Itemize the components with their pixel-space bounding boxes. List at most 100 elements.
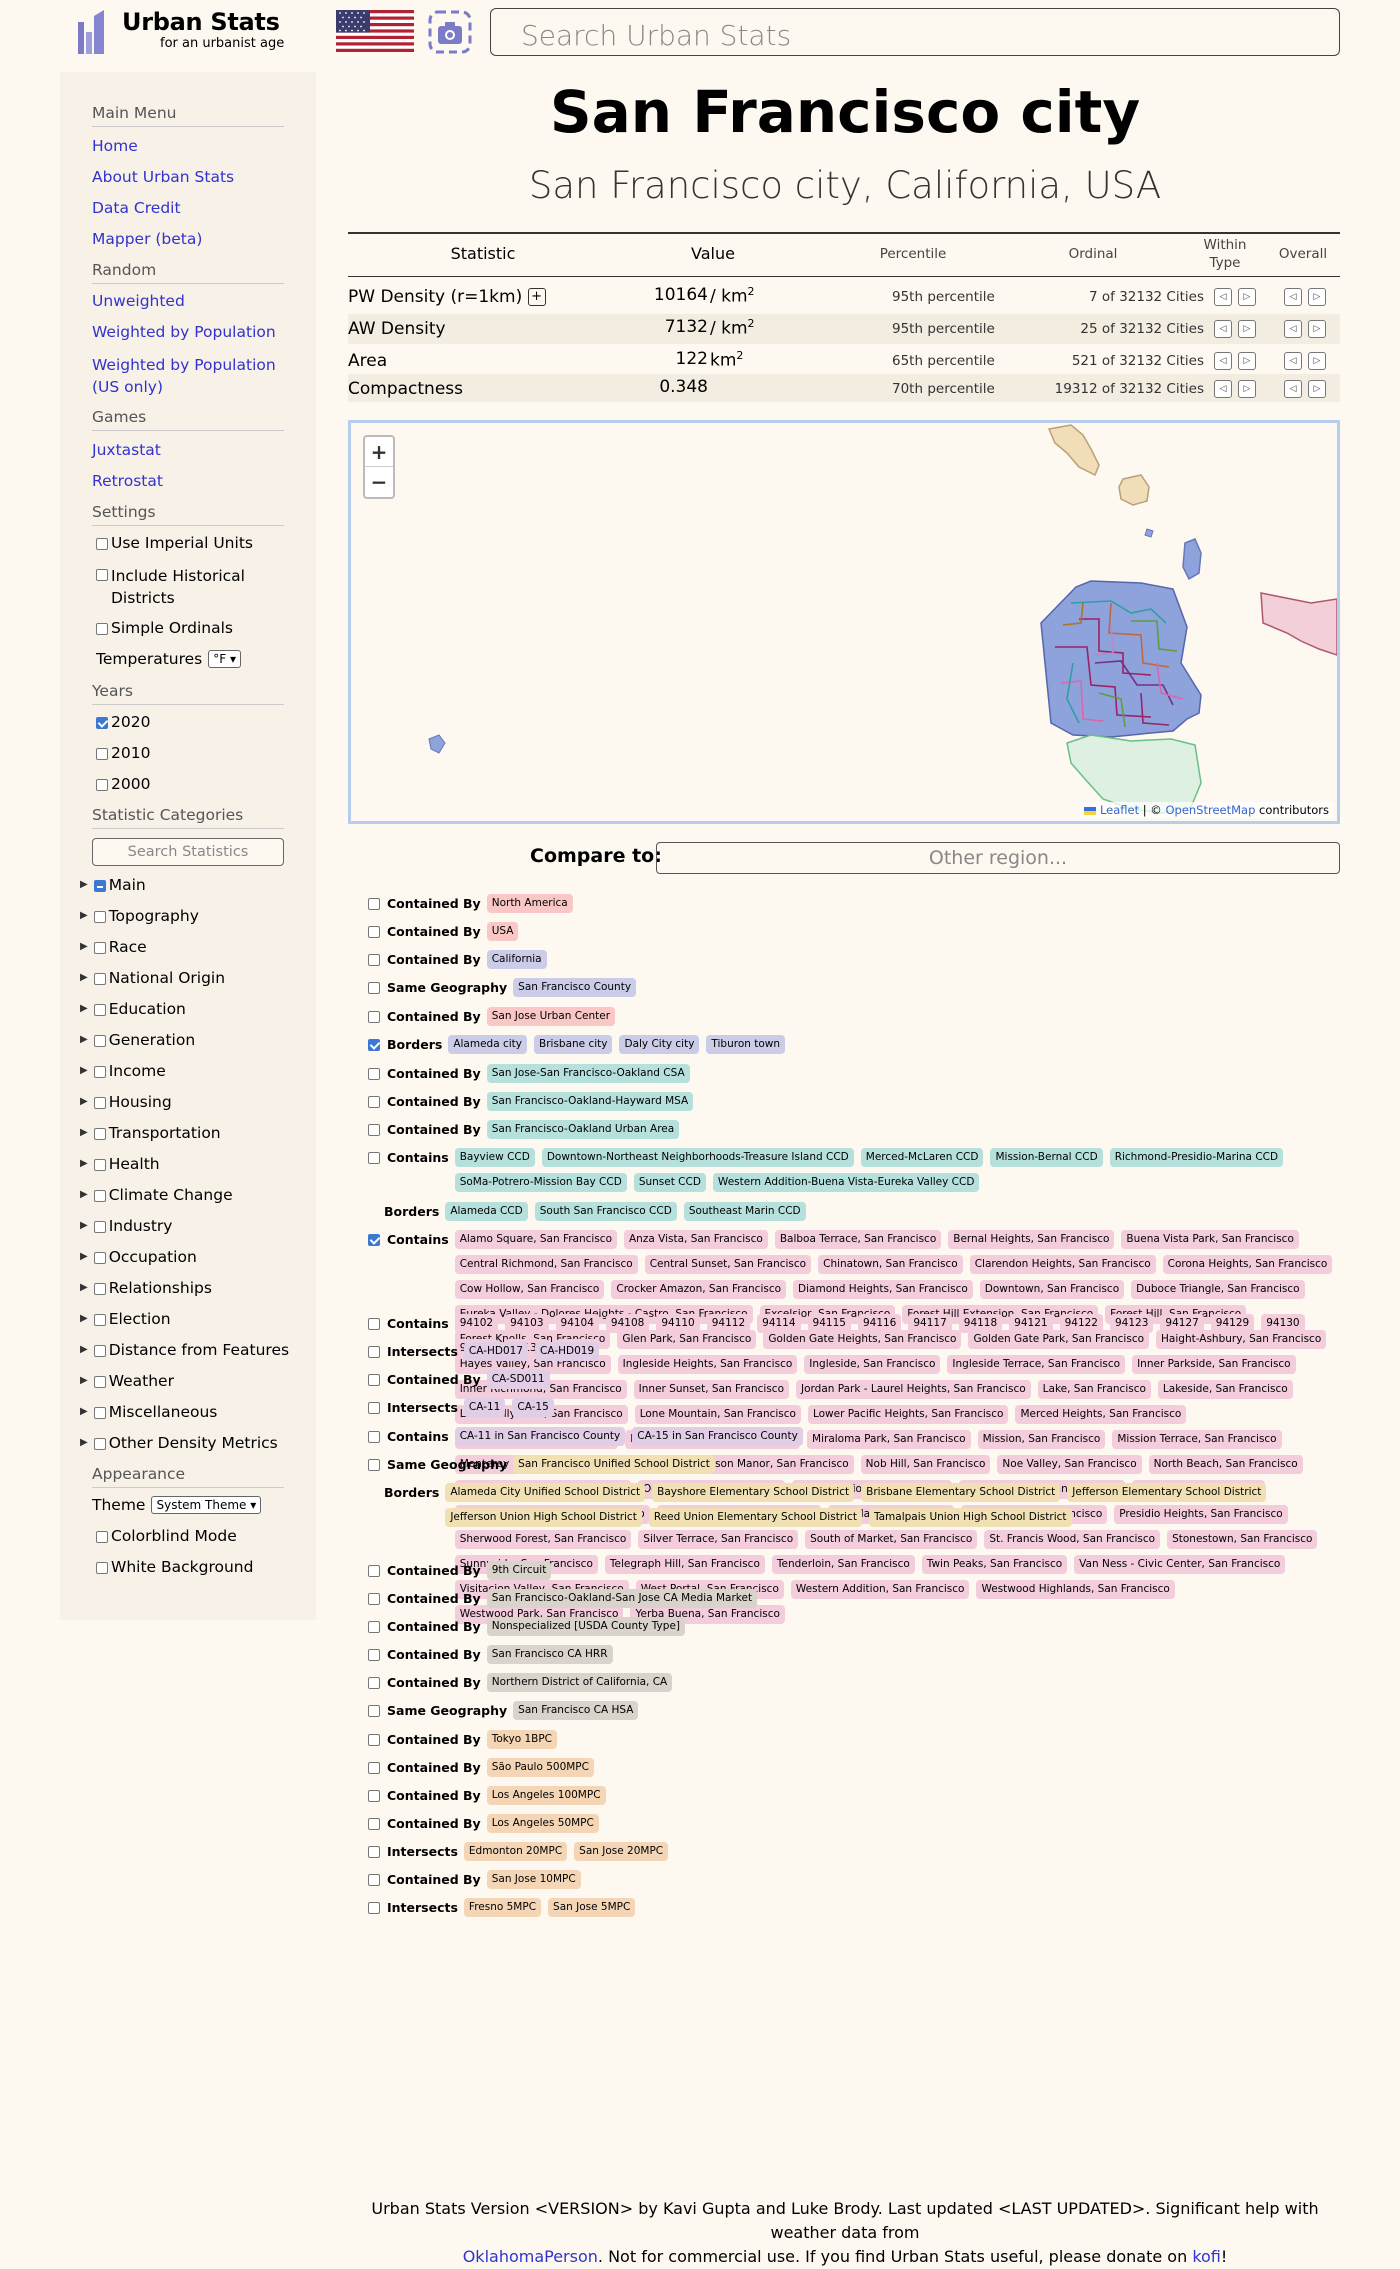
- region-tag[interactable]: Sherwood Forest, San Francisco: [454, 1530, 632, 1549]
- region-tag[interactable]: Jefferson Union High School District: [445, 1508, 642, 1527]
- region-tag[interactable]: Crocker Amazon, San Francisco: [611, 1280, 787, 1299]
- checkbox[interactable]: [96, 538, 108, 550]
- relationship-checkbox[interactable]: [368, 1705, 380, 1717]
- region-tag[interactable]: Stonestown, San Francisco: [1167, 1530, 1318, 1549]
- year-2000[interactable]: 2000: [96, 775, 150, 793]
- sidebar-link-unweighted[interactable]: Unweighted: [92, 292, 185, 310]
- expand-triangle-icon[interactable]: ▶: [80, 972, 88, 983]
- region-tag[interactable]: Alamo Square, San Francisco: [454, 1230, 617, 1249]
- urban-stats-logo-icon[interactable]: [76, 8, 106, 54]
- map[interactable]: + − Leaflet | © OpenStreetMap contributo…: [348, 420, 1340, 824]
- category-topography[interactable]: ▶ Topography: [80, 907, 199, 925]
- region-tag[interactable]: USA: [486, 922, 519, 941]
- region-tag[interactable]: South San Francisco CCD: [534, 1202, 677, 1221]
- region-tag[interactable]: 94127: [1160, 1314, 1204, 1333]
- region-tag[interactable]: 94116: [857, 1314, 902, 1333]
- region-tag[interactable]: Tiburon town: [706, 1035, 786, 1054]
- expand-triangle-icon[interactable]: ▶: [80, 1189, 88, 1200]
- region-tag[interactable]: San Francisco-Oakland Urban Area: [486, 1120, 680, 1139]
- next-arrow-icon[interactable]: ▷: [1238, 320, 1256, 338]
- next-arrow-icon[interactable]: ▷: [1238, 288, 1256, 306]
- expand-button[interactable]: +: [527, 288, 546, 306]
- category-generation[interactable]: ▶ Generation: [80, 1031, 195, 1049]
- region-tag[interactable]: Bayshore Elementary School District: [652, 1483, 855, 1502]
- region-tag[interactable]: 94118: [958, 1314, 1003, 1333]
- region-tag[interactable]: Duboce Triangle, San Francisco: [1131, 1280, 1305, 1299]
- region-tag[interactable]: 94102: [454, 1314, 499, 1333]
- expand-triangle-icon[interactable]: ▶: [80, 1220, 88, 1231]
- setting-historical-districts[interactable]: Include Historical Districts: [96, 565, 266, 609]
- checkbox[interactable]: [93, 1004, 106, 1016]
- checkbox[interactable]: [96, 1562, 108, 1574]
- white-background[interactable]: White Background: [96, 1558, 253, 1576]
- relationship-checkbox[interactable]: [368, 1565, 380, 1577]
- prev-arrow-icon[interactable]: ◁: [1214, 352, 1232, 370]
- us-flag-icon[interactable]: [336, 10, 414, 52]
- prev-arrow-icon[interactable]: ◁: [1284, 352, 1302, 370]
- expand-triangle-icon[interactable]: ▶: [80, 1003, 88, 1014]
- prev-arrow-icon[interactable]: ◁: [1284, 320, 1302, 338]
- year-2020[interactable]: 2020: [96, 713, 150, 731]
- expand-triangle-icon[interactable]: ▶: [80, 879, 88, 890]
- category-national-origin[interactable]: ▶ National Origin: [80, 969, 225, 987]
- expand-triangle-icon[interactable]: ▶: [80, 1313, 88, 1324]
- checkbox[interactable]: [93, 1376, 106, 1388]
- region-tag[interactable]: Tokyo 1BPC: [486, 1730, 558, 1749]
- sidebar-link-data-credit[interactable]: Data Credit: [92, 199, 181, 217]
- region-tag[interactable]: Alameda CCD: [445, 1202, 528, 1221]
- category-weather[interactable]: ▶ Weather: [80, 1372, 174, 1390]
- checkbox[interactable]: [93, 1035, 106, 1047]
- region-tag[interactable]: Diamond Heights, San Francisco: [793, 1280, 973, 1299]
- relationship-checkbox[interactable]: [368, 1039, 380, 1051]
- relationship-checkbox[interactable]: [368, 1902, 380, 1914]
- region-tag[interactable]: Central Richmond, San Francisco: [454, 1255, 638, 1274]
- next-arrow-icon[interactable]: ▷: [1308, 352, 1326, 370]
- category-transportation[interactable]: ▶ Transportation: [80, 1124, 221, 1142]
- checkbox[interactable]: [93, 1438, 106, 1450]
- relationship-checkbox[interactable]: [368, 1318, 380, 1330]
- prev-arrow-icon[interactable]: ◁: [1284, 288, 1302, 306]
- region-tag[interactable]: Southeast Marin CCD: [683, 1202, 806, 1221]
- checkbox[interactable]: [93, 1314, 106, 1326]
- checkbox[interactable]: [96, 1531, 108, 1543]
- checkbox[interactable]: [93, 1066, 106, 1078]
- region-tag[interactable]: 94108: [605, 1314, 650, 1333]
- expand-triangle-icon[interactable]: ▶: [80, 1344, 88, 1355]
- relationship-checkbox[interactable]: [368, 1621, 380, 1633]
- checkbox[interactable]: [93, 1159, 106, 1171]
- region-tag[interactable]: CA-HD019: [535, 1342, 600, 1361]
- checkbox[interactable]: [96, 623, 108, 635]
- checkbox[interactable]: [93, 1097, 106, 1109]
- region-tag[interactable]: 94117: [908, 1314, 952, 1333]
- checkbox[interactable]: [96, 748, 108, 760]
- region-tag[interactable]: Brisbane city: [534, 1035, 613, 1054]
- prev-arrow-icon[interactable]: ◁: [1284, 380, 1302, 398]
- region-tag[interactable]: 94114: [757, 1314, 801, 1333]
- region-tag[interactable]: CA-15 in San Francisco County: [632, 1427, 803, 1446]
- checkbox[interactable]: [93, 911, 106, 923]
- region-tag[interactable]: Edmonton 20MPC: [463, 1842, 568, 1861]
- region-tag[interactable]: Silver Terrace, San Francisco: [638, 1530, 799, 1549]
- region-tag[interactable]: Alameda City Unified School District: [445, 1483, 646, 1502]
- expand-triangle-icon[interactable]: ▶: [80, 910, 88, 921]
- relationship-checkbox[interactable]: [368, 1096, 380, 1108]
- relationship-checkbox[interactable]: [368, 1790, 380, 1802]
- expand-triangle-icon[interactable]: ▶: [80, 1127, 88, 1138]
- category-income[interactable]: ▶ Income: [80, 1062, 166, 1080]
- prev-arrow-icon[interactable]: ◁: [1214, 380, 1232, 398]
- next-arrow-icon[interactable]: ▷: [1238, 352, 1256, 370]
- oklahomaperson-link[interactable]: OklahomaPerson: [463, 2247, 598, 2266]
- expand-triangle-icon[interactable]: ▶: [80, 1251, 88, 1262]
- region-tag[interactable]: Buena Vista Park, San Francisco: [1121, 1230, 1299, 1249]
- relationship-checkbox[interactable]: [368, 1593, 380, 1605]
- next-arrow-icon[interactable]: ▷: [1238, 380, 1256, 398]
- region-tag[interactable]: San Francisco-Oakland-San Jose CA Media …: [486, 1589, 758, 1608]
- setting-imperial-units[interactable]: Use Imperial Units: [96, 534, 253, 552]
- expand-triangle-icon[interactable]: ▶: [80, 1437, 88, 1448]
- region-tag[interactable]: Downtown, San Francisco: [979, 1280, 1125, 1299]
- region-tag[interactable]: Mission-Bernal CCD: [990, 1148, 1103, 1167]
- relationship-checkbox[interactable]: [368, 1402, 380, 1414]
- region-tag[interactable]: Nonspecialized [USDA County Type]: [486, 1617, 685, 1636]
- category-miscellaneous[interactable]: ▶ Miscellaneous: [80, 1403, 217, 1421]
- expand-triangle-icon[interactable]: ▶: [80, 941, 88, 952]
